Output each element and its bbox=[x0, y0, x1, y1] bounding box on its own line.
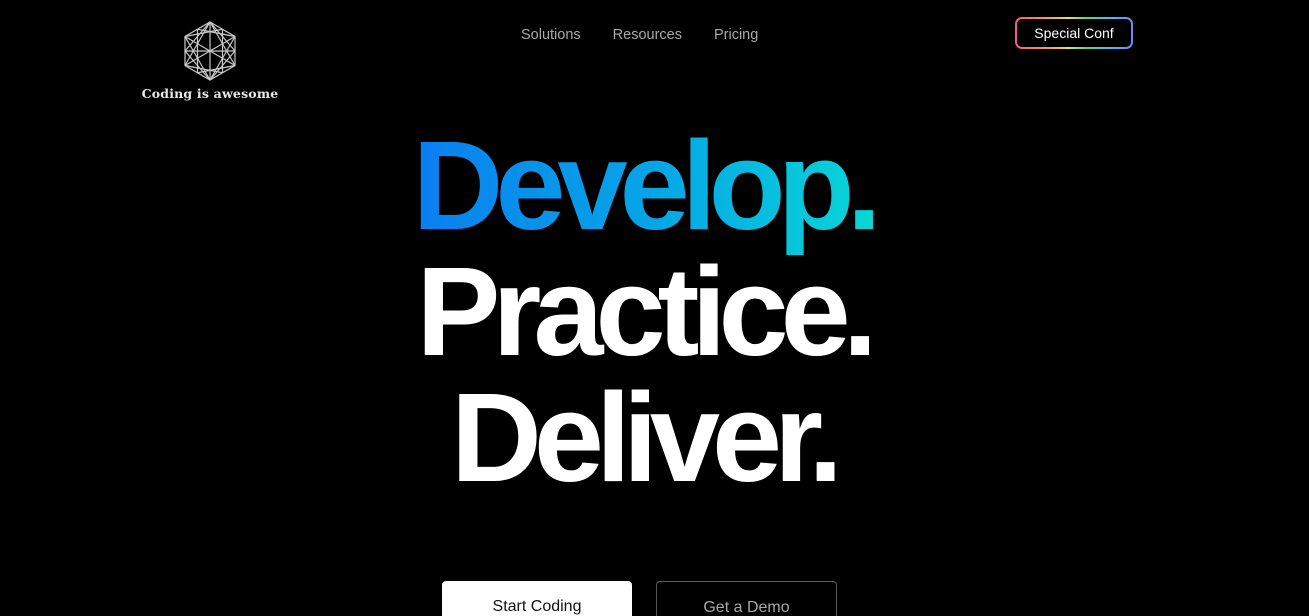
landing-page: Coding is awesome Solutions Resources Pr… bbox=[0, 0, 1309, 616]
brand-name: Coding is awesome bbox=[141, 86, 279, 101]
special-conf-label: Special Conf bbox=[1017, 19, 1131, 47]
nav-item-pricing[interactable]: Pricing bbox=[698, 26, 774, 44]
hero-line-deliver: Deliver. bbox=[450, 367, 843, 508]
hero-develop-text: Develop. bbox=[412, 115, 881, 256]
special-conf-button[interactable]: Special Conf bbox=[1015, 17, 1133, 49]
brand-logo[interactable]: Coding is awesome bbox=[140, 20, 280, 101]
start-coding-button[interactable]: Start Coding bbox=[442, 581, 632, 616]
get-demo-button[interactable]: Get a Demo bbox=[656, 581, 837, 616]
main-nav: Solutions Resources Pricing bbox=[505, 26, 774, 44]
hero-line-develop: Develop. bbox=[0, 123, 1286, 249]
nav-item-resources[interactable]: Resources bbox=[597, 26, 698, 44]
hero-line-practice: Practice. bbox=[416, 241, 877, 382]
nav-item-solutions[interactable]: Solutions bbox=[505, 26, 597, 44]
geodesic-hexagon-icon bbox=[184, 21, 236, 81]
